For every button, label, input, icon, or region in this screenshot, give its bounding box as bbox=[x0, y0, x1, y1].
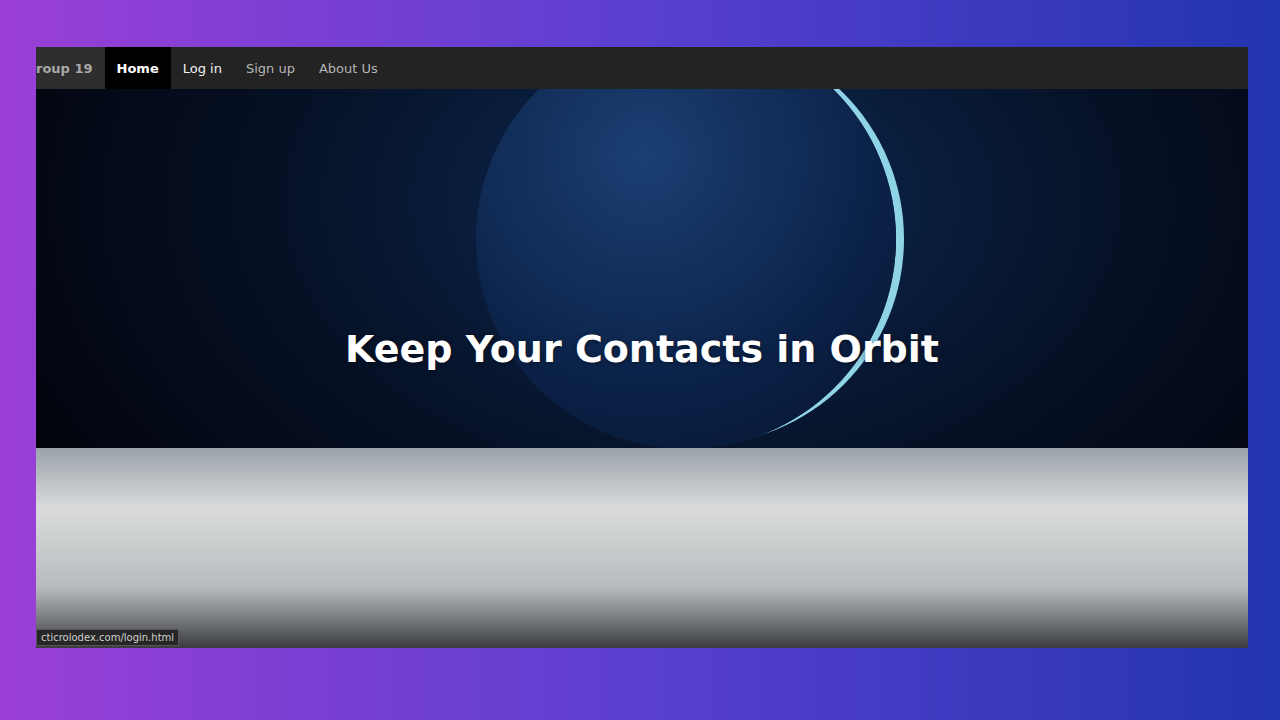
browser-screenshot: roup 19 HomeLog inSign upAbout Us Keep Y… bbox=[36, 47, 1248, 648]
ground-shape bbox=[36, 448, 1248, 648]
nav-item[interactable]: Sign up bbox=[234, 47, 307, 89]
nav-item[interactable]: Home bbox=[105, 47, 171, 89]
planet-shape bbox=[476, 89, 896, 449]
hero-image: Keep Your Contacts in Orbit cticrolodex.… bbox=[36, 89, 1248, 648]
brand-link[interactable]: roup 19 bbox=[36, 47, 105, 89]
slide-background: roup 19 HomeLog inSign upAbout Us Keep Y… bbox=[0, 0, 1280, 720]
nav-item[interactable]: About Us bbox=[307, 47, 390, 89]
nav-bar: roup 19 HomeLog inSign upAbout Us bbox=[36, 47, 1248, 89]
status-bar-url: cticrolodex.com/login.html bbox=[36, 629, 179, 646]
nav-item[interactable]: Log in bbox=[171, 47, 234, 89]
hero-headline: Keep Your Contacts in Orbit bbox=[345, 327, 939, 371]
